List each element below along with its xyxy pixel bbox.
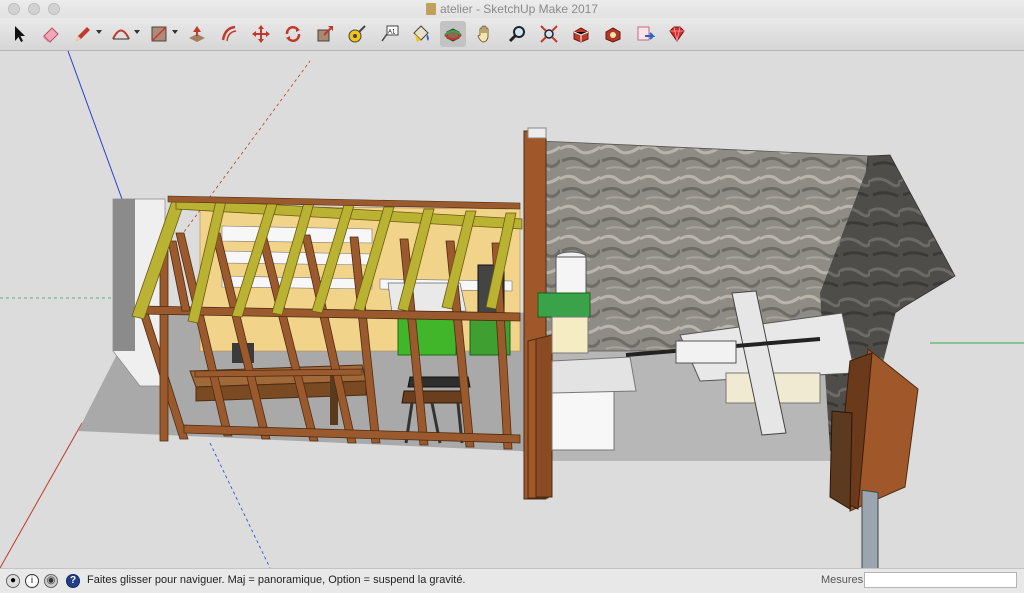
- pan-hand-icon: [477, 25, 489, 43]
- shapes-tool-button[interactable]: [146, 21, 172, 47]
- orbit-icon: [444, 28, 462, 42]
- move-tool-button[interactable]: [248, 21, 274, 47]
- rectangle-icon: [151, 26, 167, 42]
- paint-bucket-tool-button[interactable]: [408, 21, 434, 47]
- geo-location-icon[interactable]: ●: [6, 574, 20, 588]
- measurements-label: Mesures: [821, 574, 864, 586]
- white-cabinet: [551, 385, 615, 451]
- help-icon[interactable]: ?: [66, 574, 80, 588]
- zoom-extents-icon: [540, 25, 558, 43]
- main-toolbar: A1: [0, 18, 1024, 51]
- central-post-cap: [527, 127, 547, 139]
- blue-axis: [67, 51, 123, 200]
- user-account-icon[interactable]: ◉: [44, 574, 58, 588]
- tape-measure-icon: [348, 25, 366, 43]
- svg-text:A1: A1: [388, 30, 396, 36]
- text-tool-button[interactable]: A1: [376, 21, 402, 47]
- extension-warehouse-icon: [605, 27, 621, 43]
- blue-axis-dashed: [209, 442, 271, 568]
- arc-tool-button[interactable]: [108, 21, 134, 47]
- pencil-icon: [76, 27, 90, 41]
- green-machine: [397, 316, 457, 356]
- status-bar: ● i ◉ ? Faites glisser pour naviguer. Ma…: [0, 568, 1024, 593]
- shapes-dropdown-caret-icon[interactable]: [172, 30, 178, 34]
- scale-icon: [317, 26, 333, 42]
- warehouse-icon: [573, 27, 589, 43]
- jointer: [551, 356, 637, 394]
- offset-icon: [221, 25, 237, 42]
- send-to-layout-button[interactable]: [632, 21, 658, 47]
- zoom-tool-button[interactable]: [504, 21, 530, 47]
- model-viewport[interactable]: [0, 51, 1024, 568]
- layout-icon: [637, 26, 655, 41]
- arc-dropdown-caret-icon[interactable]: [134, 30, 140, 34]
- tape-measure-tool-button[interactable]: [344, 21, 370, 47]
- left-end-wall-side: [113, 199, 135, 351]
- extension-manager-button[interactable]: [664, 21, 690, 47]
- credits-icon[interactable]: i: [25, 574, 39, 588]
- line-dropdown-caret-icon[interactable]: [96, 30, 102, 34]
- title-bar: atelier - SketchUp Make 2017: [0, 0, 1024, 18]
- window-title: atelier - SketchUp Make 2017: [439, 2, 599, 16]
- zoom-icon: [508, 26, 525, 43]
- 3d-warehouse-button[interactable]: [568, 21, 594, 47]
- status-hint: Faites glisser pour naviguer. Maj = pano…: [87, 574, 466, 586]
- eraser-tool-button[interactable]: [38, 21, 64, 47]
- pan-tool-button[interactable]: [472, 21, 498, 47]
- arrow-select-icon: [15, 26, 25, 42]
- red-axis: [0, 422, 83, 568]
- push-pull-icon: [189, 26, 205, 42]
- door-left-jamb-2: [535, 334, 553, 498]
- eraser-icon: [43, 27, 59, 43]
- paint-bucket-icon: [413, 25, 429, 42]
- offset-tool-button[interactable]: [216, 21, 242, 47]
- push-pull-tool-button[interactable]: [184, 21, 210, 47]
- zoom-extents-tool-button[interactable]: [536, 21, 562, 47]
- scale-tool-button[interactable]: [312, 21, 338, 47]
- arc-icon: [112, 29, 130, 40]
- ruby-icon: [669, 26, 685, 42]
- extension-warehouse-button[interactable]: [600, 21, 626, 47]
- document-icon: [425, 3, 436, 15]
- measurements-input[interactable]: [864, 572, 1017, 588]
- rotate-tool-button[interactable]: [280, 21, 306, 47]
- rotate-icon: [285, 26, 301, 42]
- model-canvas: [0, 51, 1024, 568]
- window-title-container: atelier - SketchUp Make 2017: [0, 2, 1024, 16]
- move-icon: [252, 25, 270, 43]
- text-icon: A1: [381, 25, 399, 42]
- orbit-tool-button[interactable]: [440, 21, 466, 47]
- select-tool-button[interactable]: [6, 21, 32, 47]
- line-tool-button[interactable]: [70, 21, 96, 47]
